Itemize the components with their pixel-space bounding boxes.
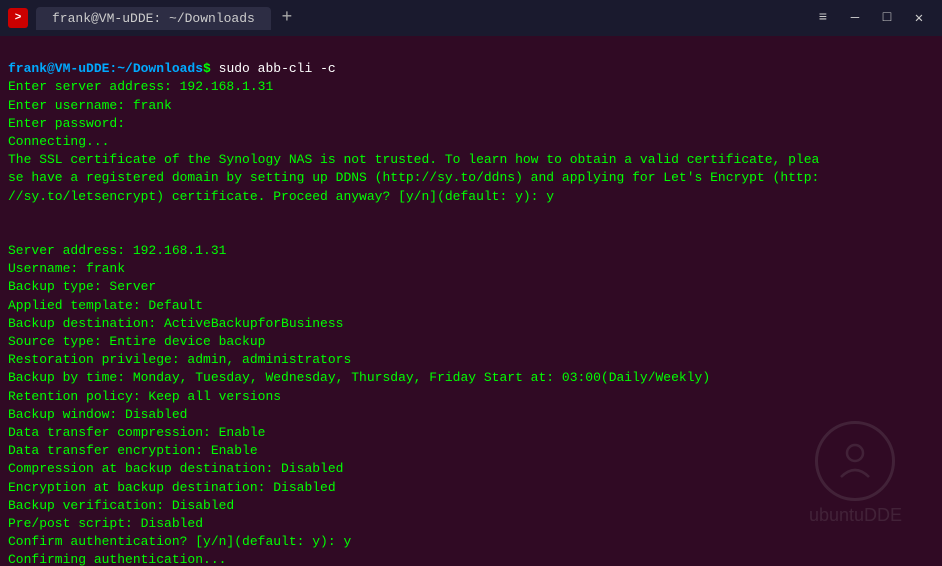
line-source: Source type: Entire device backup bbox=[8, 334, 265, 349]
window-controls: ≡ — □ ✕ bbox=[808, 3, 934, 33]
watermark: ubuntuDDE bbox=[809, 421, 902, 526]
line-confirm: Confirm authentication? [y/n](default: y… bbox=[8, 534, 351, 549]
line-schedule: Backup by time: Monday, Tuesday, Wednesd… bbox=[8, 370, 710, 385]
line-template: Applied template: Default bbox=[8, 298, 203, 313]
titlebar: frank@VM-uDDE: ~/Downloads + ≡ — □ ✕ bbox=[0, 0, 942, 36]
prompt-1: frank@VM-uDDE:~/Downloads$ bbox=[8, 61, 219, 76]
line-connecting: Connecting... bbox=[8, 134, 109, 149]
terminal-icon bbox=[8, 8, 28, 28]
line-backup-type: Backup type: Server bbox=[8, 279, 156, 294]
line-script: Pre/post script: Disabled bbox=[8, 516, 203, 531]
line-server: Server address: 192.168.1.31 bbox=[8, 243, 226, 258]
line-confirming: Confirming authentication... bbox=[8, 552, 226, 566]
line-encryption: Data transfer encryption: Enable bbox=[8, 443, 258, 458]
ssl-warning: The SSL certificate of the Synology NAS … bbox=[8, 152, 819, 203]
line-verification: Backup verification: Disabled bbox=[8, 498, 234, 513]
menu-button[interactable]: ≡ bbox=[808, 3, 838, 33]
tab-area: frank@VM-uDDE: ~/Downloads + bbox=[8, 6, 808, 30]
line-comp-dest: Compression at backup destination: Disab… bbox=[8, 461, 343, 476]
line-server-address: Enter server address: 192.168.1.31 bbox=[8, 79, 273, 94]
close-button[interactable]: ✕ bbox=[904, 3, 934, 33]
add-tab-button[interactable]: + bbox=[275, 6, 299, 30]
terminal-window: frank@VM-uDDE: ~/Downloads + ≡ — □ ✕ fra… bbox=[0, 0, 942, 566]
line-compression: Data transfer compression: Enable bbox=[8, 425, 265, 440]
line-restoration: Restoration privilege: admin, administra… bbox=[8, 352, 351, 367]
line-username: Username: frank bbox=[8, 261, 125, 276]
line-destination: Backup destination: ActiveBackupforBusin… bbox=[8, 316, 343, 331]
command-text: sudo abb-cli -c bbox=[219, 61, 336, 76]
terminal-body[interactable]: frank@VM-uDDE:~/Downloads$ sudo abb-cli … bbox=[0, 36, 942, 566]
terminal-output: frank@VM-uDDE:~/Downloads$ sudo abb-cli … bbox=[8, 42, 934, 566]
line-enc-dest: Encryption at backup destination: Disabl… bbox=[8, 480, 336, 495]
minimize-button[interactable]: — bbox=[840, 3, 870, 33]
active-tab[interactable]: frank@VM-uDDE: ~/Downloads bbox=[36, 7, 271, 30]
line-blank bbox=[8, 225, 16, 240]
watermark-text: ubuntuDDE bbox=[809, 505, 902, 526]
line-retention: Retention policy: Keep all versions bbox=[8, 389, 281, 404]
watermark-logo-icon bbox=[833, 439, 877, 483]
maximize-button[interactable]: □ bbox=[872, 3, 902, 33]
tab-label: frank@VM-uDDE: ~/Downloads bbox=[52, 11, 255, 26]
line-username-entry: Enter username: frank bbox=[8, 98, 172, 113]
line-password: Enter password: bbox=[8, 116, 125, 131]
watermark-circle bbox=[815, 421, 895, 501]
line-window: Backup window: Disabled bbox=[8, 407, 187, 422]
